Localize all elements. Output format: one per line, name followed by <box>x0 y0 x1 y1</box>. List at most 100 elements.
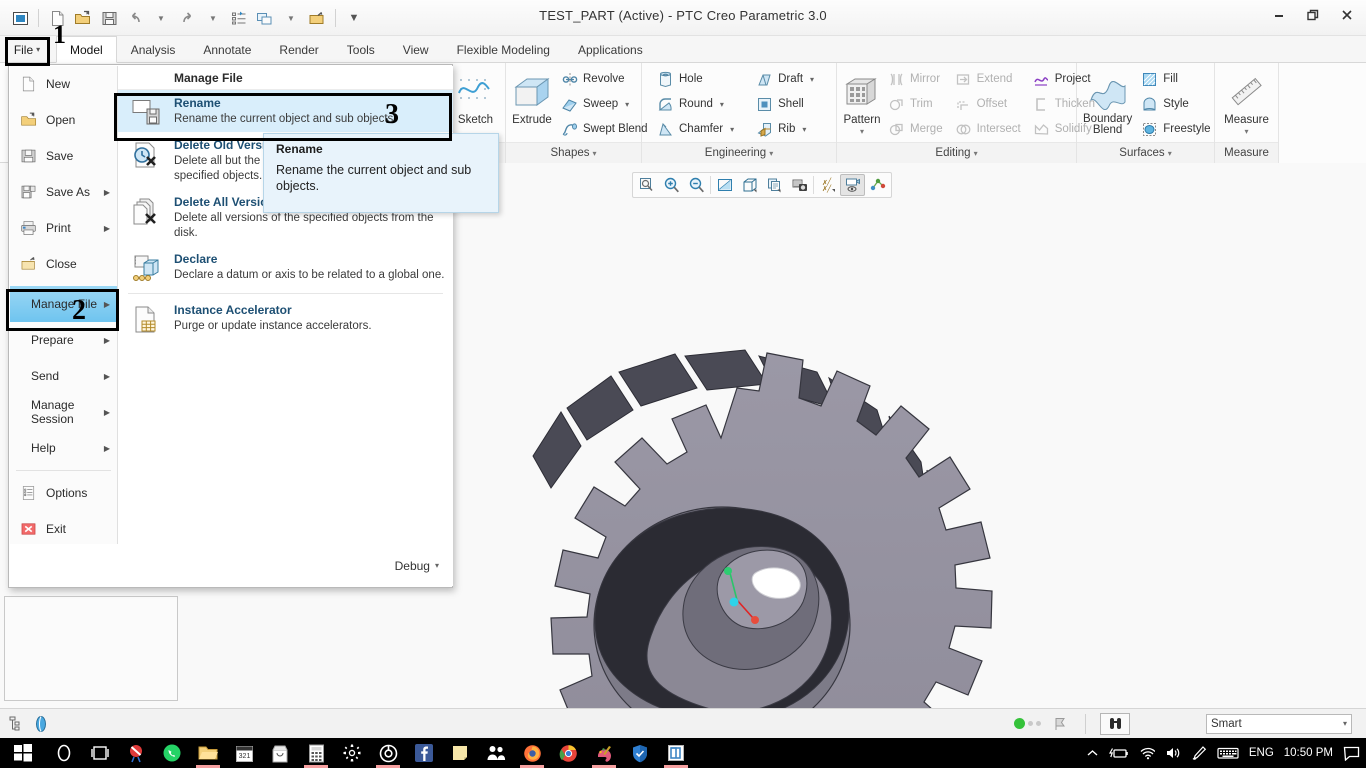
action-center-icon[interactable] <box>1343 746 1360 761</box>
surfaces-group-caret[interactable]: ▾ <box>1168 149 1172 158</box>
calendar-icon[interactable]: 321 <box>226 738 262 768</box>
file-menu-item-exit[interactable]: Exit <box>10 511 117 547</box>
pattern-caret[interactable]: ▾ <box>860 126 864 138</box>
tab-render[interactable]: Render <box>265 37 332 63</box>
chamfer-button[interactable]: Chamfer ▾ <box>652 117 739 141</box>
tab-annotate[interactable]: Annotate <box>189 37 265 63</box>
calculator-icon[interactable] <box>298 738 334 768</box>
file-menu-item-prepare[interactable]: Prepare ▶ <box>10 322 117 358</box>
shapes-group-caret[interactable]: ▾ <box>593 149 597 158</box>
cortana-icon[interactable] <box>46 738 82 768</box>
engineering-group-caret[interactable]: ▾ <box>769 149 773 158</box>
chrome-icon[interactable] <box>550 738 586 768</box>
revolve-button[interactable]: Revolve <box>556 67 653 91</box>
round-button[interactable]: Round ▾ <box>652 92 739 116</box>
hole-button[interactable]: Hole <box>652 67 739 91</box>
trim-button[interactable]: Trim <box>883 92 948 116</box>
sketch-button[interactable]: Sketch <box>452 68 499 140</box>
fill-button[interactable]: Fill <box>1136 67 1215 91</box>
people-icon[interactable] <box>478 738 514 768</box>
measure-button[interactable]: Measure ▾ <box>1221 68 1272 140</box>
pattern-button[interactable]: Pattern ▾ <box>843 68 881 140</box>
file-menu-item-save-as[interactable]: Save As ▶ <box>10 174 117 210</box>
defender-icon[interactable] <box>622 738 658 768</box>
extend-button[interactable]: Extend <box>950 67 1026 91</box>
minimize-button[interactable] <box>1268 6 1290 24</box>
debug-button[interactable]: Debug ▾ <box>395 559 439 573</box>
file-menu-item-close[interactable]: Close <box>10 246 117 282</box>
file-menu-item-manage-file[interactable]: Manage File ▶ <box>10 286 117 322</box>
media-icon[interactable] <box>370 738 406 768</box>
tab-tools[interactable]: Tools <box>333 37 389 63</box>
rib-button[interactable]: Rib ▾ <box>751 117 819 141</box>
battery-icon[interactable] <box>1108 746 1129 760</box>
sweep-caret[interactable]: ▾ <box>625 100 629 109</box>
measure-caret[interactable]: ▾ <box>1244 126 1248 138</box>
paint-icon[interactable] <box>586 738 622 768</box>
intersect-button[interactable]: Intersect <box>950 117 1026 141</box>
restore-button[interactable] <box>1302 6 1324 24</box>
file-menu-item-new[interactable]: New <box>10 66 117 102</box>
freestyle-button[interactable]: Freestyle <box>1136 117 1215 141</box>
tab-flexible-modeling[interactable]: Flexible Modeling <box>443 37 564 63</box>
submenu-item-instance-accelerator[interactable]: Instance Accelerator Purge or update ins… <box>118 297 453 341</box>
boundary-blend-button[interactable]: Boundary Blend <box>1083 68 1132 140</box>
file-button[interactable]: File ▾ <box>8 37 46 62</box>
merge-button[interactable]: Merge <box>883 117 948 141</box>
style-button[interactable]: Style <box>1136 92 1215 116</box>
firefox-icon[interactable] <box>514 738 550 768</box>
submenu-item-rename[interactable]: Rename Rename the current object and sub… <box>118 90 453 132</box>
tray-expand-icon[interactable] <box>1086 747 1099 760</box>
flag-icon[interactable] <box>1049 713 1071 735</box>
chamfer-caret[interactable]: ▾ <box>730 125 734 134</box>
volume-icon[interactable] <box>1165 746 1181 760</box>
file-menu-item-open[interactable]: Open <box>10 102 117 138</box>
tab-analysis[interactable]: Analysis <box>117 37 190 63</box>
file-menu-item-save[interactable]: Save <box>10 138 117 174</box>
file-menu-item-options[interactable]: Options <box>10 475 117 511</box>
offset-button[interactable]: Offset <box>950 92 1026 116</box>
file-menu-item-help[interactable]: Help ▶ <box>10 430 117 466</box>
sticky-notes-icon[interactable] <box>442 738 478 768</box>
rib-caret[interactable]: ▾ <box>802 125 806 134</box>
clock[interactable]: 10:50 PM <box>1284 747 1333 759</box>
file-menu-item-print[interactable]: Print ▶ <box>10 210 117 246</box>
creo-icon[interactable] <box>658 738 694 768</box>
revolve-label: Revolve <box>583 73 625 85</box>
layer-tree-icon[interactable] <box>30 713 52 735</box>
new-document-icon <box>20 76 37 93</box>
pen-icon[interactable] <box>1191 746 1207 760</box>
submenu-item-declare[interactable]: Declare Declare a datum or axis to be re… <box>118 246 453 290</box>
submenu-separator <box>128 293 443 294</box>
language-indicator[interactable]: ENG <box>1249 747 1274 759</box>
task-view-icon[interactable] <box>82 738 118 768</box>
shell-button[interactable]: Shell <box>751 92 819 116</box>
close-button[interactable] <box>1336 6 1358 24</box>
whatsapp-icon[interactable] <box>154 738 190 768</box>
tab-model[interactable]: Model <box>56 36 117 63</box>
tab-applications[interactable]: Applications <box>564 37 657 63</box>
draft-button[interactable]: Draft ▾ <box>751 67 819 91</box>
start-button[interactable] <box>0 738 46 768</box>
tab-view[interactable]: View <box>389 37 443 63</box>
no-entry-icon[interactable] <box>118 738 154 768</box>
file-explorer-icon[interactable] <box>190 738 226 768</box>
facebook-icon[interactable] <box>406 738 442 768</box>
wifi-icon[interactable] <box>1139 746 1155 760</box>
find-icon[interactable] <box>1100 712 1130 735</box>
keyboard-icon[interactable] <box>1217 746 1239 760</box>
file-menu-item-manage-session[interactable]: Manage Session ▶ <box>10 394 117 430</box>
file-menu-item-send[interactable]: Send ▶ <box>10 358 117 394</box>
draft-caret[interactable]: ▾ <box>810 75 814 84</box>
extrude-button[interactable]: Extrude <box>512 68 552 140</box>
editing-group-caret[interactable]: ▾ <box>974 149 978 158</box>
sweep-button[interactable]: Sweep ▾ <box>556 92 653 116</box>
model-tree-icon[interactable] <box>6 713 28 735</box>
round-caret[interactable]: ▾ <box>720 100 724 109</box>
store-icon[interactable] <box>262 738 298 768</box>
model-tree-pane[interactable] <box>4 596 178 701</box>
mirror-button[interactable]: Mirror <box>883 67 948 91</box>
selection-filter-dropdown[interactable]: Smart ▾ <box>1206 713 1352 734</box>
settings-icon[interactable] <box>334 738 370 768</box>
swept-blend-button[interactable]: Swept Blend <box>556 117 653 141</box>
